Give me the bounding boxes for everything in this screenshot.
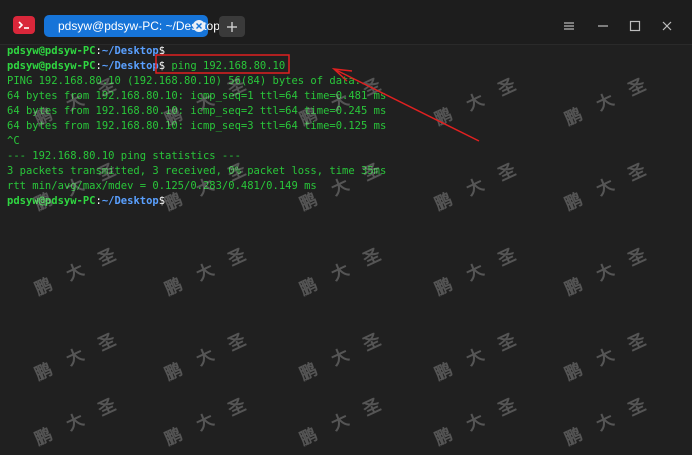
watermark: 鹏大圣 <box>431 387 536 451</box>
watermark: 鹏大圣 <box>431 67 536 131</box>
watermark: 鹏大圣 <box>431 322 536 386</box>
watermark: 鹏大圣 <box>296 322 401 386</box>
terminal-icon[interactable] <box>13 16 35 34</box>
terminal-line: 64 bytes from 192.168.80.10: icmp_seq=3 … <box>7 120 387 132</box>
minimize-icon[interactable] <box>595 18 611 34</box>
terminal-line: 3 packets transmitted, 3 received, 0% pa… <box>7 165 387 177</box>
title-bar: pdsyw@pdsyw-PC: ~/Desktop <box>0 0 692 45</box>
watermark: 鹏大圣 <box>296 387 401 451</box>
new-tab-button[interactable] <box>219 16 245 37</box>
ping-command: ping 192.168.80.10 <box>165 60 286 72</box>
terminal-line: 64 bytes from 192.168.80.10: icmp_seq=1 … <box>7 90 387 102</box>
terminal-line: ^C <box>7 135 20 147</box>
maximize-icon[interactable] <box>627 18 643 34</box>
close-icon[interactable] <box>659 18 675 34</box>
terminal-line: PING 192.168.80.10 (192.168.80.10) 56(84… <box>7 75 362 87</box>
watermark: 鹏大圣 <box>561 387 666 451</box>
terminal-window: pdsyw@pdsyw-PC: ~/Desktop pdsyw@pdsyw-PC… <box>0 0 692 455</box>
terminal-line: 64 bytes from 192.168.80.10: icmp_seq=2 … <box>7 105 387 117</box>
hamburger-menu-icon[interactable] <box>561 18 577 34</box>
terminal-line: pdsyw@pdsyw-PC:~/Desktop$ <box>7 45 166 57</box>
terminal-prompt-line: pdsyw@pdsyw-PC:~/Desktop$ <box>7 195 166 207</box>
watermark: 鹏大圣 <box>561 322 666 386</box>
terminal-line: --- 192.168.80.10 ping statistics --- <box>7 150 241 162</box>
watermark: 鹏大圣 <box>161 237 266 301</box>
watermark: 鹏大圣 <box>161 387 266 451</box>
watermark: 鹏大圣 <box>31 237 136 301</box>
watermark: 鹏大圣 <box>561 237 666 301</box>
tab-active[interactable]: pdsyw@pdsyw-PC: ~/Desktop <box>44 15 220 37</box>
tab-close-icon[interactable] <box>193 20 205 32</box>
watermark: 鹏大圣 <box>161 322 266 386</box>
watermark: 鹏大圣 <box>31 322 136 386</box>
terminal-command-line: pdsyw@pdsyw-PC:~/Desktop$ ping 192.168.8… <box>7 60 286 72</box>
plus-icon <box>227 21 237 32</box>
watermark: 鹏大圣 <box>561 152 666 216</box>
watermark: 鹏大圣 <box>296 237 401 301</box>
terminal-line: rtt min/avg/max/mdev = 0.125/0.283/0.481… <box>7 180 317 192</box>
watermark: 鹏大圣 <box>31 387 136 451</box>
watermark: 鹏大圣 <box>431 152 536 216</box>
watermark: 鹏大圣 <box>561 67 666 131</box>
watermark: 鹏大圣 <box>431 237 536 301</box>
terminal-output[interactable]: pdsyw@pdsyw-PC:~/Desktop$ pdsyw@pdsyw-PC… <box>0 44 692 455</box>
